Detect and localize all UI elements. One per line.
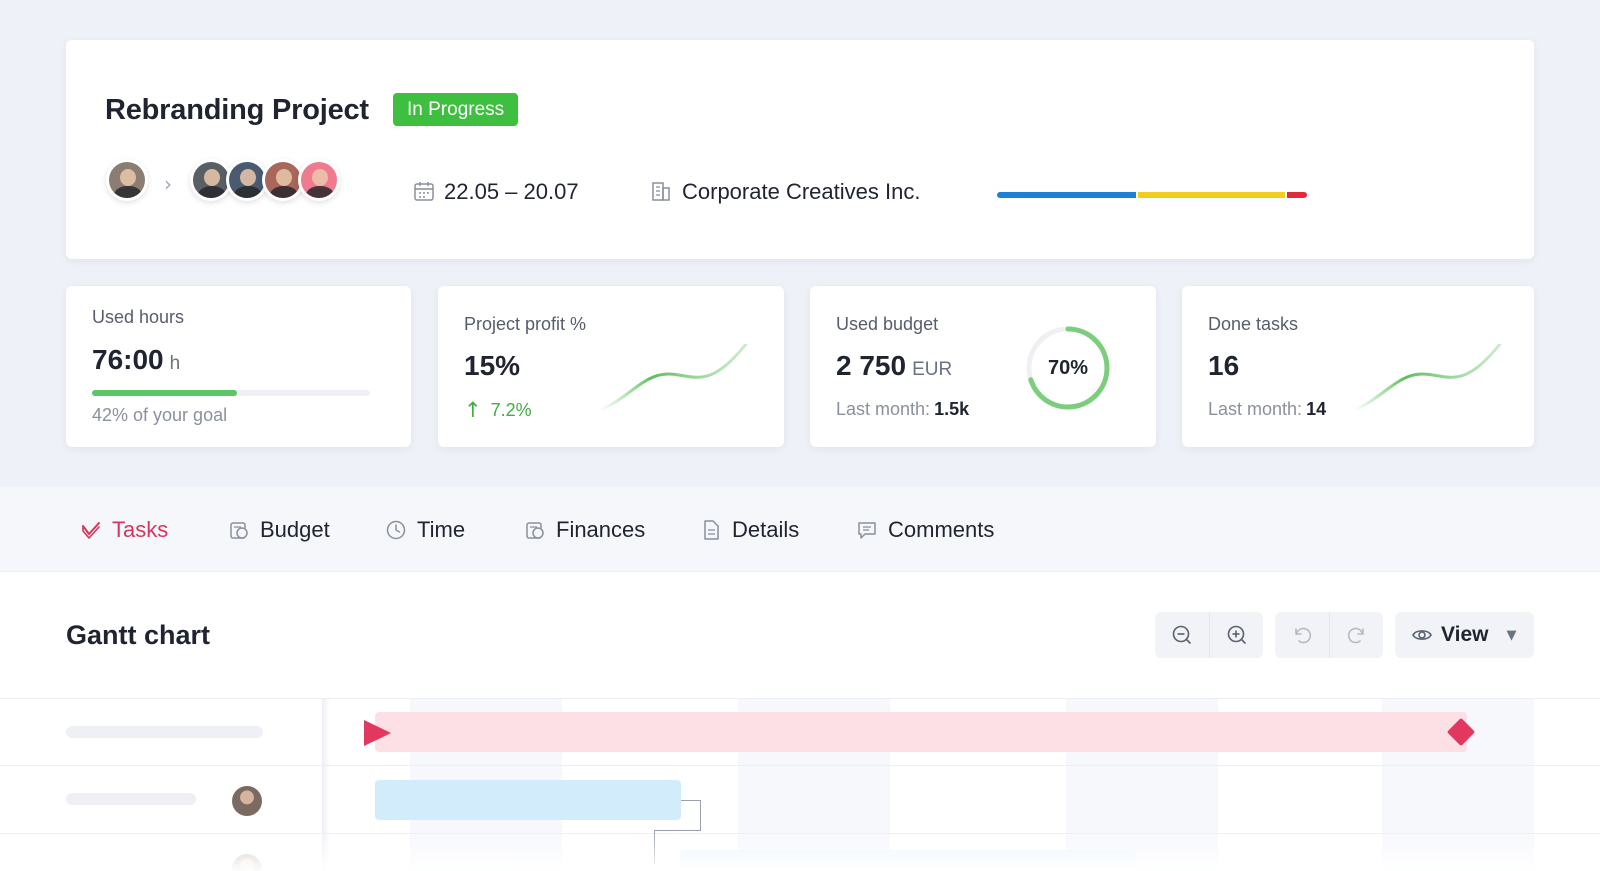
bottom-fade: [0, 831, 1600, 871]
used-hours-card: Used hours 76:00 h 42% of your goal: [66, 286, 411, 447]
zoom-in-icon: [1227, 625, 1246, 644]
profit-delta: ↑ 7.2%: [464, 398, 532, 422]
redo-icon: [1347, 627, 1364, 644]
tab-details[interactable]: Details: [700, 516, 799, 544]
used-hours-number: 76:00: [92, 344, 164, 375]
profit-value: 15%: [464, 350, 521, 381]
tab-finances[interactable]: Finances: [524, 516, 645, 544]
project-profit-card: Project profit % 15% ↑ 7.2%: [438, 286, 784, 447]
undo-button[interactable]: [1275, 612, 1329, 658]
dependency-connector: [681, 800, 701, 830]
project-title: Rebranding Project: [105, 94, 369, 126]
used-hours-label: Used hours: [92, 307, 185, 327]
project-date-range: 22.05 – 20.07: [444, 179, 579, 204]
progress-segment: [997, 192, 1137, 198]
grid-row-line: [0, 765, 1600, 766]
tab-label: Finances: [556, 517, 646, 542]
used-hours-unit: h: [169, 353, 181, 374]
owner-avatar[interactable]: [106, 159, 148, 201]
tasks-sparkline: [1352, 344, 1502, 412]
clock-icon: [386, 520, 406, 540]
redo-button[interactable]: [1329, 612, 1383, 658]
task-name-placeholder: [66, 726, 263, 738]
budget-unit: EUR: [912, 359, 953, 380]
hours-progress-fill: [92, 390, 237, 396]
zoom-controls: [1155, 612, 1263, 658]
project-overview-area: Rebranding Project In Progress › 22.05 –…: [0, 0, 1600, 487]
zoom-in-button[interactable]: [1209, 612, 1263, 658]
used-budget-card: Used budget 2 750 EUR Last month: 1.5k 70%: [810, 286, 1156, 447]
tab-label: Budget: [260, 517, 330, 542]
project-header-card: Rebranding Project In Progress › 22.05 –…: [66, 40, 1534, 259]
tab-label: Tasks: [112, 517, 169, 542]
done-tasks-card: Done tasks 16 Last month: 14: [1182, 286, 1534, 447]
tasks-last-month: Last month: 14: [1208, 399, 1326, 420]
history-controls: [1275, 612, 1383, 658]
finances-icon: [526, 522, 544, 539]
client-name: Corporate Creatives Inc.: [682, 179, 921, 204]
progress-segment: [1287, 192, 1307, 198]
undo-icon: [1295, 627, 1312, 644]
document-icon: [704, 520, 719, 540]
tab-budget[interactable]: Budget: [228, 516, 330, 544]
profit-delta-value: 7.2%: [490, 399, 532, 420]
profit-sparkline: [598, 344, 748, 412]
budget-last-month: Last month: 1.5k: [836, 399, 969, 420]
tasks-last-month-label: Last month:: [1208, 399, 1303, 419]
view-label: View: [1441, 623, 1489, 646]
hours-progress-track: [92, 390, 370, 396]
milestone-start-marker[interactable]: [364, 720, 391, 746]
project-tabs: Tasks Budget Time Finances Details Comme…: [0, 487, 1600, 572]
budget-ring-percent: 70%: [1047, 357, 1089, 379]
task-name-placeholder: [66, 793, 196, 805]
gantt-title: Gantt chart: [66, 620, 211, 650]
tasks-value: 16: [1208, 350, 1240, 381]
tasks-last-month-value: 14: [1306, 399, 1327, 419]
budget-last-month-value: 1.5k: [934, 399, 970, 419]
grid-row-line: [0, 698, 1600, 699]
zoom-out-button[interactable]: [1155, 612, 1209, 658]
tab-comments[interactable]: Comments: [856, 516, 994, 544]
calendar-icon: [414, 182, 434, 201]
tab-label: Details: [732, 517, 800, 542]
progress-segment: [1138, 192, 1286, 198]
eye-icon: [1412, 630, 1432, 640]
budget-value: 2 750 EUR: [836, 350, 952, 382]
task-bar[interactable]: [375, 780, 681, 820]
status-badge: In Progress: [393, 93, 519, 126]
zoom-out-icon: [1172, 625, 1191, 644]
assignee-avatar[interactable]: [232, 786, 262, 816]
tab-label: Time: [417, 517, 466, 542]
tab-label: Comments: [888, 517, 995, 542]
tasks-label: Done tasks: [1208, 314, 1299, 334]
chevron-down-icon: ▼: [1506, 627, 1517, 643]
milestone-bar[interactable]: [375, 712, 1467, 752]
budget-label: Used budget: [836, 314, 939, 334]
tab-time[interactable]: Time: [385, 516, 465, 544]
chevron-right-icon: ›: [164, 172, 172, 196]
building-icon: [652, 182, 670, 201]
budget-last-month-label: Last month:: [836, 399, 931, 419]
tab-tasks[interactable]: Tasks: [80, 516, 168, 544]
arrow-up-icon: ↑: [464, 398, 482, 422]
view-dropdown[interactable]: View ▼: [1395, 612, 1534, 658]
comment-icon: [858, 522, 876, 539]
check-icon: [82, 522, 100, 539]
team-avatar[interactable]: [298, 159, 340, 201]
gantt-section: Gantt chart View ▼: [0, 572, 1600, 871]
money-icon: [230, 522, 248, 539]
project-progress-bar: [997, 192, 1307, 198]
profit-label: Project profit %: [464, 314, 587, 334]
used-hours-value: 76:00 h: [92, 344, 180, 376]
used-hours-goal-text: 42% of your goal: [92, 405, 228, 425]
budget-number: 2 750: [836, 350, 907, 381]
